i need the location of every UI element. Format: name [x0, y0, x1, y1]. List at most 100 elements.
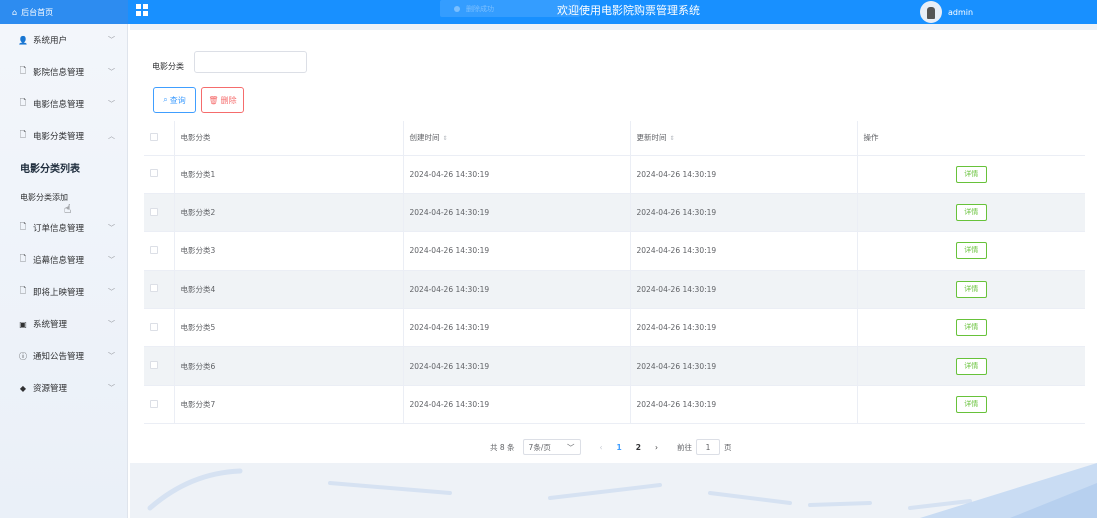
- sidebar-item-users[interactable]: 👤 系统用户 ﹀: [0, 24, 127, 56]
- check-circle-icon: [454, 5, 460, 12]
- user-icon: 👤: [18, 35, 28, 45]
- cell-action: 详情: [857, 231, 1085, 271]
- cell-name: 电影分类1: [174, 155, 404, 194]
- sidebar-item-system[interactable]: ▣ 系统管理 ﹀: [0, 308, 127, 340]
- sidebar-item-label: 通知公告管理: [33, 352, 85, 362]
- sort-icon[interactable]: ⇕: [443, 135, 448, 142]
- sidebar-item-label: 追幕信息管理: [33, 256, 85, 266]
- page-button-2[interactable]: 2: [636, 443, 641, 452]
- avatar: [920, 1, 942, 23]
- next-page-button[interactable]: ›: [655, 443, 658, 452]
- detail-button[interactable]: 详情: [955, 319, 987, 337]
- search-icon: ⌕: [163, 95, 168, 104]
- hand-cursor-icon: ☝: [64, 202, 72, 216]
- query-button[interactable]: ⌕ 查询: [153, 87, 196, 113]
- sidebar-subitem-category-list[interactable]: 电影分类列表: [0, 152, 127, 182]
- sidebar-item-label: 影院信息管理: [33, 68, 85, 78]
- column-header-updated[interactable]: 更新时间 ⇕: [630, 121, 858, 156]
- detail-button[interactable]: 详情: [955, 280, 987, 298]
- chevron-down-icon: ﹀: [108, 224, 115, 232]
- resource-icon: ◆: [19, 383, 27, 393]
- column-header-name: 电影分类: [174, 121, 404, 156]
- detail-button[interactable]: 详情: [955, 242, 987, 260]
- cell-name: 电影分类7: [174, 385, 404, 425]
- sidebar-item-upcoming[interactable]: 🗋 即将上映管理 ﹀: [0, 276, 127, 308]
- cell-action: 详情: [857, 308, 1085, 348]
- cell-updated: 2024-04-26 14:30:19: [630, 346, 858, 386]
- detail-button[interactable]: 详情: [955, 204, 987, 222]
- sidebar-item-movie[interactable]: 🗋 电影信息管理 ﹀: [0, 88, 127, 120]
- home-icon: ⌂: [12, 7, 18, 17]
- detail-button[interactable]: 详情: [955, 165, 987, 183]
- cell-updated: 2024-04-26 14:30:19: [630, 270, 858, 310]
- row-checkbox[interactable]: [150, 284, 158, 293]
- cell-name: 电影分类5: [174, 308, 404, 348]
- grid-menu-icon[interactable]: [136, 4, 148, 16]
- chevron-down-icon: ﹀: [108, 68, 115, 76]
- row-checkbox[interactable]: [150, 245, 158, 254]
- cell-created: 2024-04-26 14:30:19: [403, 270, 631, 310]
- row-checkbox[interactable]: [150, 361, 158, 370]
- select-all-checkbox[interactable]: [150, 132, 158, 141]
- sidebar-item-resource[interactable]: ◆ 资源管理 ﹀: [0, 372, 127, 404]
- column-header-label: 更新时间: [636, 133, 667, 143]
- goto-page-input[interactable]: [695, 439, 720, 455]
- row-checkbox[interactable]: [150, 322, 158, 331]
- cell-name: 电影分类3: [174, 231, 404, 271]
- sort-icon[interactable]: ⇕: [670, 135, 675, 142]
- column-header-created[interactable]: 创建时间 ⇕: [403, 121, 631, 156]
- search-label: 电影分类: [152, 62, 184, 71]
- page-size-select[interactable]: 7条/页 ﹀: [522, 439, 581, 455]
- table-header-row: 电影分类 创建时间 ⇕ 更新时间 ⇕ 操作: [144, 121, 1085, 156]
- cell-action: 详情: [857, 385, 1085, 425]
- pagination: 共 8 条 7条/页 ﹀ ‹ 1 2 › 前往 页: [490, 439, 731, 455]
- detail-button[interactable]: 详情: [955, 357, 987, 375]
- table-row: 电影分类6 2024-04-26 14:30:19 2024-04-26 14:…: [144, 346, 1085, 386]
- cell-created: 2024-04-26 14:30:19: [403, 155, 631, 194]
- row-checkbox[interactable]: [150, 169, 158, 178]
- table-row: 电影分类2 2024-04-26 14:30:19 2024-04-26 14:…: [144, 193, 1085, 233]
- chevron-down-icon: ﹀: [108, 320, 115, 328]
- page-unit-label: 页: [723, 442, 732, 452]
- delete-button[interactable]: 🗑 删除: [201, 87, 244, 113]
- trash-icon: 🗑: [208, 95, 219, 105]
- table-row: 电影分类5 2024-04-26 14:30:19 2024-04-26 14:…: [144, 308, 1085, 348]
- sidebar-item-label: 电影分类管理: [33, 132, 85, 142]
- cell-action: 详情: [857, 155, 1085, 194]
- delete-label: 删除: [220, 95, 237, 105]
- cell-action: 详情: [857, 270, 1085, 310]
- row-select-cell: [144, 270, 175, 310]
- row-select-cell: [144, 308, 175, 348]
- cell-name: 电影分类6: [174, 346, 404, 386]
- chevron-down-icon: ﹀: [108, 352, 115, 360]
- user-menu[interactable]: admin: [920, 0, 973, 24]
- row-checkbox[interactable]: [150, 399, 158, 408]
- row-select-cell: [144, 385, 175, 425]
- query-label: 查询: [169, 95, 186, 105]
- row-select-cell: [144, 346, 175, 386]
- cell-created: 2024-04-26 14:30:19: [403, 308, 631, 348]
- detail-button[interactable]: 详情: [955, 396, 987, 414]
- username: admin: [948, 7, 974, 17]
- sidebar-item-notice[interactable]: ⓘ 通知公告管理 ﹀: [0, 340, 127, 372]
- sidebar-item-category[interactable]: 🗋 电影分类管理 ︿: [0, 120, 127, 152]
- row-select-cell: [144, 231, 175, 271]
- sidebar-item-label: 即将上映管理: [33, 288, 85, 298]
- column-header-label: 电影分类: [180, 133, 211, 143]
- page-button-1[interactable]: 1: [617, 443, 622, 452]
- prev-page-button[interactable]: ‹: [600, 443, 603, 452]
- content-panel: 电影分类 ⌕ 查询 🗑 删除 电影分类 创建时间 ⇕ 更新时间 ⇕ 操作 电影分…: [130, 30, 1097, 463]
- chevron-down-icon: ﹀: [108, 36, 115, 44]
- sidebar-item-order[interactable]: 🗋 订单信息管理 ﹀: [0, 212, 127, 244]
- sidebar-item-label: 电影信息管理: [33, 100, 85, 110]
- row-checkbox[interactable]: [150, 207, 158, 216]
- category-search-input[interactable]: [194, 51, 307, 73]
- sidebar-item-follow[interactable]: 🗋 追幕信息管理 ﹀: [0, 244, 127, 276]
- sidebar-item-label: 系统管理: [33, 320, 68, 330]
- sidebar: 👤 系统用户 ﹀ 🗋 影院信息管理 ﹀ 🗋 电影信息管理 ﹀ 🗋 电影分类管理 …: [0, 24, 128, 518]
- home-link[interactable]: ⌂ 后台首页: [0, 0, 128, 24]
- sidebar-item-cinema[interactable]: 🗋 影院信息管理 ﹀: [0, 56, 127, 88]
- select-all-cell: [144, 121, 175, 156]
- fading-toast: 删除成功: [440, 0, 580, 17]
- chevron-up-icon: ︿: [108, 132, 115, 140]
